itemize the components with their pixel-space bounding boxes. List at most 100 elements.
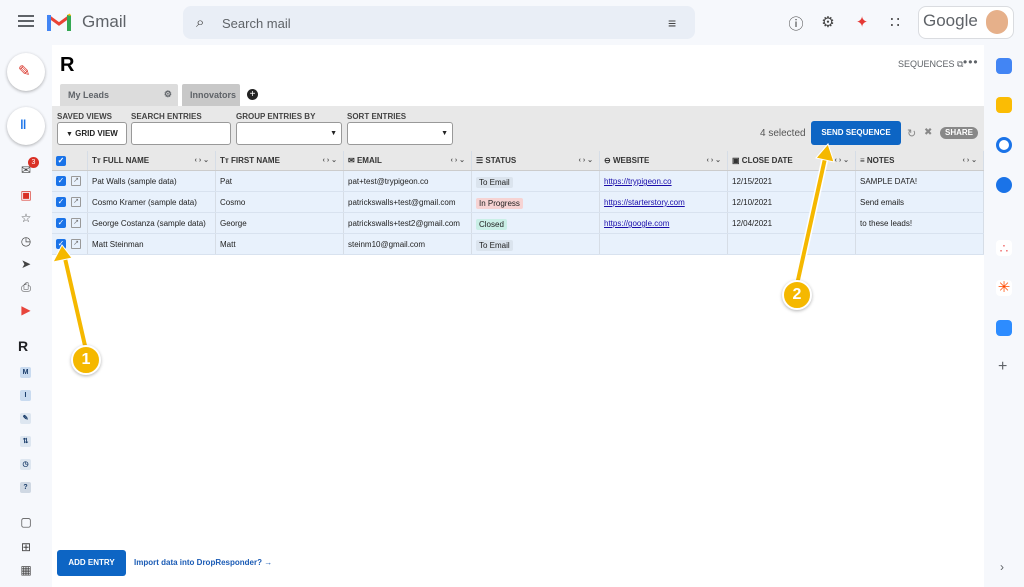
extension-icon[interactable]: ✦ bbox=[852, 13, 872, 31]
drafts-icon[interactable]: ⎙ bbox=[18, 280, 34, 296]
zapier-icon[interactable]: ✳ bbox=[996, 280, 1012, 296]
cell-status[interactable]: To Email bbox=[472, 234, 600, 254]
compose-button[interactable]: ✎ bbox=[7, 53, 45, 91]
cell-website[interactable]: https://trypigeon.co bbox=[600, 171, 728, 191]
cell-email[interactable]: steinm10@gmail.com bbox=[344, 234, 472, 254]
expand-row-icon[interactable]: ↗ bbox=[71, 197, 81, 207]
rail-item-i-icon[interactable]: I bbox=[20, 390, 31, 401]
label-icon[interactable]: ▶ bbox=[18, 303, 34, 319]
expand-row-icon[interactable]: ↗ bbox=[71, 176, 81, 186]
tab-my-leads[interactable]: My Leads ⚙ bbox=[60, 84, 178, 106]
expand-row-icon[interactable]: ↗ bbox=[71, 218, 81, 228]
sort-entries-label: SORT ENTRIES bbox=[347, 112, 407, 121]
column-header-website[interactable]: ⊖ WEBSITE ‹ › ⌄ bbox=[600, 151, 728, 170]
tab-settings-gear-icon[interactable]: ⚙ bbox=[164, 89, 172, 100]
add-entry-button[interactable]: ADD ENTRY bbox=[57, 550, 126, 576]
saved-views-dropdown[interactable]: ▼ GRID VIEW bbox=[57, 122, 127, 145]
apps-grid-icon[interactable]: ∷ bbox=[885, 13, 905, 31]
calendar-rail-icon[interactable]: ▦ bbox=[18, 563, 34, 579]
google-contacts-icon[interactable] bbox=[996, 177, 1012, 193]
share-button[interactable]: SHARE bbox=[940, 127, 978, 139]
import-data-link[interactable]: Import data into DropResponder? → bbox=[134, 558, 272, 567]
cell-full-name[interactable]: Pat Walls (sample data) bbox=[88, 171, 216, 191]
cell-full-name[interactable]: Cosmo Kramer (sample data) bbox=[88, 192, 216, 212]
cell-first-name[interactable]: Cosmo bbox=[216, 192, 344, 212]
cell-notes[interactable]: Send emails bbox=[856, 192, 984, 212]
cell-website[interactable]: https://google.com bbox=[600, 213, 728, 233]
rail-item-m-icon[interactable]: M bbox=[20, 367, 31, 378]
cell-notes[interactable]: to these leads! bbox=[856, 213, 984, 233]
right-side-panel bbox=[985, 45, 1024, 587]
zoom-icon[interactable] bbox=[996, 320, 1012, 336]
asana-icon[interactable]: ∴ bbox=[996, 240, 1012, 256]
sequences-link[interactable]: SEQUENCES ⧉ bbox=[898, 59, 963, 70]
search-entries-input[interactable] bbox=[131, 122, 231, 145]
google-calendar-icon[interactable] bbox=[996, 58, 1012, 74]
website-link[interactable]: https://google.com bbox=[604, 219, 669, 228]
new-meeting-icon[interactable]: ⊞ bbox=[18, 540, 34, 556]
expand-panel-chevron-icon[interactable]: › bbox=[1000, 560, 1004, 574]
cell-first-name[interactable]: Matt bbox=[216, 234, 344, 254]
cell-website[interactable] bbox=[600, 234, 728, 254]
search-options-icon[interactable]: ≡ bbox=[668, 15, 676, 31]
cell-status[interactable]: In Progress bbox=[472, 192, 600, 212]
rail-item-compose-icon[interactable]: ✎ bbox=[20, 413, 31, 424]
cell-first-name[interactable]: George bbox=[216, 213, 344, 233]
column-header-first-name[interactable]: Tт FIRST NAME ‹ › ⌄ bbox=[216, 151, 344, 170]
add-tab-plus-icon[interactable]: + bbox=[247, 89, 258, 100]
row-checkbox[interactable]: ✓ bbox=[56, 176, 66, 186]
column-nav-icon[interactable]: ‹ › ⌄ bbox=[195, 156, 209, 164]
column-header-status[interactable]: ☰ STATUS ‹ › ⌄ bbox=[472, 151, 600, 170]
google-keep-icon[interactable] bbox=[996, 97, 1012, 113]
rail-item-help-icon[interactable]: ? bbox=[20, 482, 31, 493]
cell-email[interactable]: pat+test@trypigeon.co bbox=[344, 171, 472, 191]
row-checkbox[interactable]: ✓ bbox=[56, 218, 66, 228]
cell-notes[interactable] bbox=[856, 234, 984, 254]
sent-icon[interactable]: ➤ bbox=[18, 257, 34, 273]
column-nav-icon[interactable]: ‹ › ⌄ bbox=[963, 156, 977, 164]
main-menu-icon[interactable] bbox=[18, 15, 34, 27]
column-nav-icon[interactable]: ‹ › ⌄ bbox=[707, 156, 721, 164]
get-addons-plus-icon[interactable]: + bbox=[998, 358, 1007, 376]
cell-email[interactable]: patrickswalls+test2@gmail.com bbox=[344, 213, 472, 233]
inbox-icon[interactable]: ▣ bbox=[18, 188, 34, 204]
rail-item-clock-icon[interactable]: ◷ bbox=[20, 459, 31, 470]
sort-entries-dropdown[interactable]: ▼ bbox=[347, 122, 453, 145]
select-all-checkbox[interactable]: ✓ bbox=[56, 156, 66, 166]
gmail-logo-icon[interactable] bbox=[46, 12, 72, 32]
search-input[interactable]: Search mail bbox=[222, 16, 291, 31]
help-icon[interactable]: ⓘ bbox=[786, 13, 806, 34]
settings-gear-icon[interactable]: ⚙ bbox=[818, 13, 838, 31]
pause-inbox-button[interactable]: ‖ bbox=[7, 107, 45, 145]
dropresponder-rail-logo[interactable]: R bbox=[18, 338, 28, 354]
starred-icon[interactable]: ☆ bbox=[18, 211, 34, 227]
group-entries-label: GROUP ENTRIES BY bbox=[236, 112, 316, 121]
column-header-full-name[interactable]: Tт FULL NAME ‹ › ⌄ bbox=[88, 151, 216, 170]
website-link[interactable]: https://starterstory.com bbox=[604, 198, 685, 207]
column-header-notes[interactable]: ≡ NOTES ‹ › ⌄ bbox=[856, 151, 984, 170]
user-avatar[interactable] bbox=[986, 10, 1008, 34]
cell-notes[interactable]: SAMPLE DATA! bbox=[856, 171, 984, 191]
column-nav-icon[interactable]: ‹ › ⌄ bbox=[323, 156, 337, 164]
cell-first-name[interactable]: Pat bbox=[216, 171, 344, 191]
column-header-email[interactable]: ✉ EMAIL ‹ › ⌄ bbox=[344, 151, 472, 170]
snoozed-clock-icon[interactable]: ◷ bbox=[18, 234, 34, 250]
website-link[interactable]: https://trypigeon.co bbox=[604, 177, 672, 186]
meet-video-icon[interactable]: ▢ bbox=[18, 515, 34, 531]
cell-status[interactable]: To Email bbox=[472, 171, 600, 191]
cell-website[interactable]: https://starterstory.com bbox=[600, 192, 728, 212]
google-tasks-icon[interactable] bbox=[996, 137, 1012, 153]
rail-item-sort-icon[interactable]: ⇅ bbox=[20, 436, 31, 447]
column-nav-icon[interactable]: ‹ › ⌄ bbox=[579, 156, 593, 164]
tab-innovators[interactable]: Innovators bbox=[182, 84, 240, 106]
search-icon[interactable]: ⌕ bbox=[196, 14, 204, 31]
refresh-icon[interactable]: ↻ bbox=[907, 127, 916, 140]
cell-email[interactable]: patrickswalls+test@gmail.com bbox=[344, 192, 472, 212]
more-options-icon[interactable]: ••• bbox=[963, 55, 979, 69]
cell-status[interactable]: Closed bbox=[472, 213, 600, 233]
group-entries-dropdown[interactable]: ▼ bbox=[236, 122, 342, 145]
column-nav-icon[interactable]: ‹ › ⌄ bbox=[451, 156, 465, 164]
trash-icon[interactable]: ✖ bbox=[924, 127, 932, 138]
cell-full-name[interactable]: George Costanza (sample data) bbox=[88, 213, 216, 233]
row-checkbox[interactable]: ✓ bbox=[56, 197, 66, 207]
